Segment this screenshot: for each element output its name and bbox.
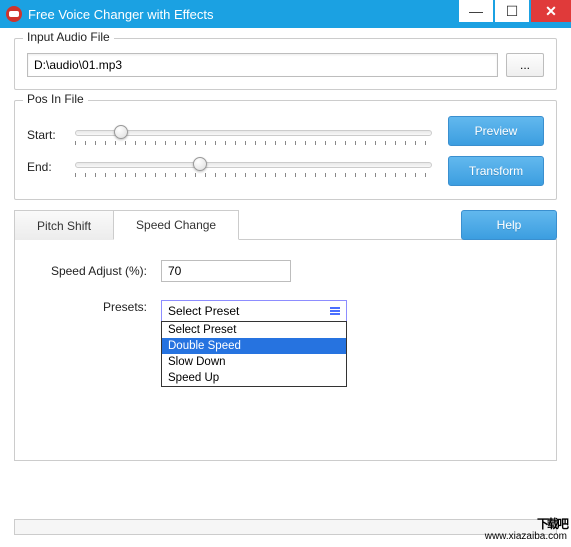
- maximize-button[interactable]: ☐: [495, 0, 529, 22]
- end-slider-thumb[interactable]: [193, 157, 207, 171]
- presets-label: Presets:: [33, 300, 161, 314]
- tab-bar: Pitch Shift Speed Change: [14, 210, 453, 240]
- pos-legend: Pos In File: [23, 92, 88, 106]
- presets-combo[interactable]: Select Preset: [161, 300, 347, 322]
- combo-menu-icon: [330, 307, 340, 315]
- preset-option-speed-up[interactable]: Speed Up: [162, 370, 346, 386]
- pos-in-file-group: Pos In File Start: End:: [14, 100, 557, 200]
- input-file-path[interactable]: [27, 53, 498, 77]
- progress-bar: [14, 519, 557, 535]
- status-bar: [14, 519, 557, 535]
- preset-option-slow-down[interactable]: Slow Down: [162, 354, 346, 370]
- end-slider-track: [75, 162, 432, 168]
- transform-button[interactable]: Transform: [448, 156, 544, 186]
- preset-option-select[interactable]: Select Preset: [162, 322, 346, 338]
- end-slider-ticks: [75, 173, 432, 177]
- close-button[interactable]: ✕: [531, 0, 571, 22]
- presets-selected-text: Select Preset: [168, 304, 239, 318]
- start-slider-track: [75, 130, 432, 136]
- start-slider[interactable]: [75, 123, 432, 147]
- preset-option-double-speed[interactable]: Double Speed: [162, 338, 346, 354]
- start-slider-ticks: [75, 141, 432, 145]
- window-controls: — ☐ ✕: [457, 0, 571, 28]
- input-file-group: Input Audio File ...: [14, 38, 557, 90]
- window-title: Free Voice Changer with Effects: [28, 7, 457, 22]
- tab-speed-change[interactable]: Speed Change: [113, 210, 239, 240]
- titlebar: Free Voice Changer with Effects — ☐ ✕: [0, 0, 571, 28]
- end-slider[interactable]: [75, 155, 432, 179]
- speed-adjust-label: Speed Adjust (%):: [33, 264, 161, 278]
- tab-pitch-shift[interactable]: Pitch Shift: [14, 210, 114, 240]
- end-label: End:: [27, 160, 71, 174]
- preview-button[interactable]: Preview: [448, 116, 544, 146]
- start-slider-thumb[interactable]: [114, 125, 128, 139]
- speed-adjust-input[interactable]: [161, 260, 291, 282]
- start-label: Start:: [27, 128, 71, 142]
- presets-dropdown: Select Preset Double Speed Slow Down Spe…: [161, 321, 347, 387]
- minimize-button[interactable]: —: [459, 0, 493, 22]
- browse-button[interactable]: ...: [506, 53, 544, 77]
- tab-panel-speed: Speed Adjust (%): Presets: Select Preset…: [14, 239, 557, 461]
- app-icon: [6, 6, 22, 22]
- help-button[interactable]: Help: [461, 210, 557, 240]
- input-file-legend: Input Audio File: [23, 30, 114, 44]
